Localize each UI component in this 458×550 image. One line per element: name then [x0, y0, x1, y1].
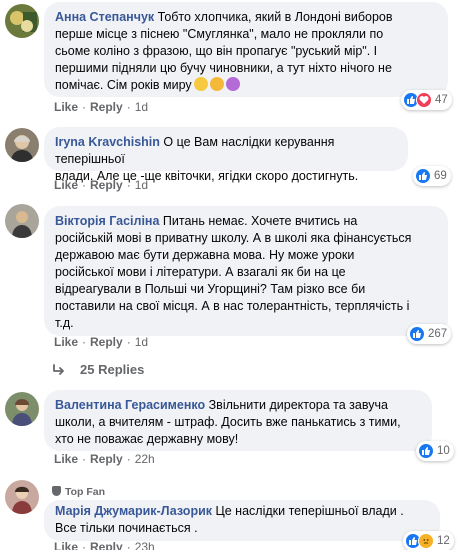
sad-reaction-icon: [418, 533, 434, 549]
reply-link[interactable]: Reply: [90, 100, 123, 114]
replies-count-label: 25 Replies: [80, 362, 145, 377]
view-replies-link[interactable]: 25 Replies: [52, 362, 144, 377]
top-fan-label: Top Fan: [65, 486, 106, 498]
astonished-emoji-icon: [193, 77, 208, 91]
comment-text: перше місце з піснею "Смуглянка", мало н…: [55, 27, 384, 41]
comment-text: сьоме коліно з фразою, що він пропагує "…: [55, 44, 378, 58]
shield-icon: [52, 486, 61, 496]
like-reaction-icon: [415, 168, 431, 184]
reply-link[interactable]: Reply: [90, 178, 123, 192]
comment-bubble: Валентина Герасименко Звільнити директор…: [44, 390, 432, 451]
comment-text: Питань немає. Хочете вчитись на: [162, 214, 358, 228]
comment-bubble: Марія Джумарик-Лазорик Це наслідки тепер…: [44, 500, 440, 541]
comment-text: школи, а вчителям - штраф. Досить вже па…: [55, 415, 401, 429]
avatar[interactable]: [5, 128, 39, 162]
reaction-summary[interactable]: 12: [403, 531, 454, 550]
reaction-count: 267: [428, 328, 448, 340]
comment-actions: Like · Reply · 1d: [54, 100, 149, 114]
comment-author[interactable]: Валентина Герасименко: [55, 398, 205, 412]
scream-emoji-icon: [209, 77, 224, 91]
reaction-count: 10: [437, 445, 450, 457]
comment-text: російської мови і літератури. А взагалі …: [55, 265, 346, 279]
comment-actions: Like · Reply · 1d: [54, 178, 149, 192]
reaction-summary[interactable]: 69: [413, 166, 451, 186]
top-fan-badge: Top Fan: [52, 486, 105, 498]
like-reaction-icon: [409, 326, 425, 342]
comment-time[interactable]: 1d: [135, 100, 148, 114]
love-reaction-icon: [416, 92, 432, 108]
reaction-count: 12: [437, 535, 450, 547]
reply-link[interactable]: Reply: [90, 335, 123, 349]
comment-bubble: Вікторія Гасіліна Питань немає. Хочете в…: [44, 206, 448, 336]
comment-text: Все тільки починається .: [55, 521, 198, 535]
comment-text: Тобто хлопчика, який в Лондоні виборов: [157, 10, 393, 24]
comment-text: поставили на свої місця. А в нас толеран…: [55, 299, 410, 313]
like-reaction-icon: [418, 443, 434, 459]
like-link[interactable]: Like: [54, 100, 78, 114]
comment-time[interactable]: 1d: [135, 178, 148, 192]
reaction-summary[interactable]: 10: [416, 441, 454, 461]
comment-time[interactable]: 1d: [135, 335, 148, 349]
reaction-summary[interactable]: 267: [407, 324, 452, 344]
like-link[interactable]: Like: [54, 178, 78, 192]
reply-link[interactable]: Reply: [90, 452, 123, 466]
comment-actions: Like · Reply · 23h: [54, 540, 155, 550]
comment-bubble: Iryna Kravchishin О це Вам наслідки керу…: [44, 127, 408, 183]
like-link[interactable]: Like: [54, 335, 78, 349]
comment-text: Це наслідки теперішньої влади .: [215, 504, 404, 518]
reaction-count: 47: [435, 94, 448, 106]
reply-arrow-icon: [53, 363, 64, 375]
avatar[interactable]: [5, 204, 39, 238]
comment-author[interactable]: Iryna Kravchishin: [55, 135, 160, 149]
like-link[interactable]: Like: [54, 540, 78, 550]
comment-text: російській мові в приватну школу. А в шк…: [55, 231, 412, 245]
avatar[interactable]: [5, 480, 39, 514]
comment-text: хто не поважає державну мову!: [55, 432, 239, 446]
comment-text: Звільнити директора та завуча: [208, 398, 388, 412]
reaction-summary[interactable]: 47: [401, 90, 452, 110]
reply-link[interactable]: Reply: [90, 540, 123, 550]
comment-time[interactable]: 22h: [135, 452, 155, 466]
comment-bubble: Анна Степанчук Тобто хлопчика, який в Ло…: [44, 2, 448, 97]
comment-actions: Like · Reply · 1d: [54, 335, 149, 349]
avatar[interactable]: [5, 392, 39, 426]
comment-text: помічає. Сім років миру: [55, 78, 192, 92]
like-link[interactable]: Like: [54, 452, 78, 466]
comment-author[interactable]: Анна Степанчук: [55, 10, 154, 24]
avatar[interactable]: [5, 4, 39, 38]
comment-actions: Like · Reply · 22h: [54, 452, 155, 466]
comment-author[interactable]: Вікторія Гасіліна: [55, 214, 159, 228]
comment-text: т.д.: [55, 316, 74, 330]
comment-author[interactable]: Марія Джумарик-Лазорик: [55, 504, 212, 518]
comment-time[interactable]: 23h: [135, 540, 155, 550]
woman-facepalm-emoji-icon: [225, 77, 240, 91]
comment-text: першими підняли цю бучу чиновники, а тут…: [55, 61, 392, 75]
comment-text: відреагували в Польші чи Угорщині? Там р…: [55, 282, 366, 296]
reaction-count: 69: [434, 170, 447, 182]
comment-text: державою має бути державна мова. Ну може…: [55, 248, 355, 262]
